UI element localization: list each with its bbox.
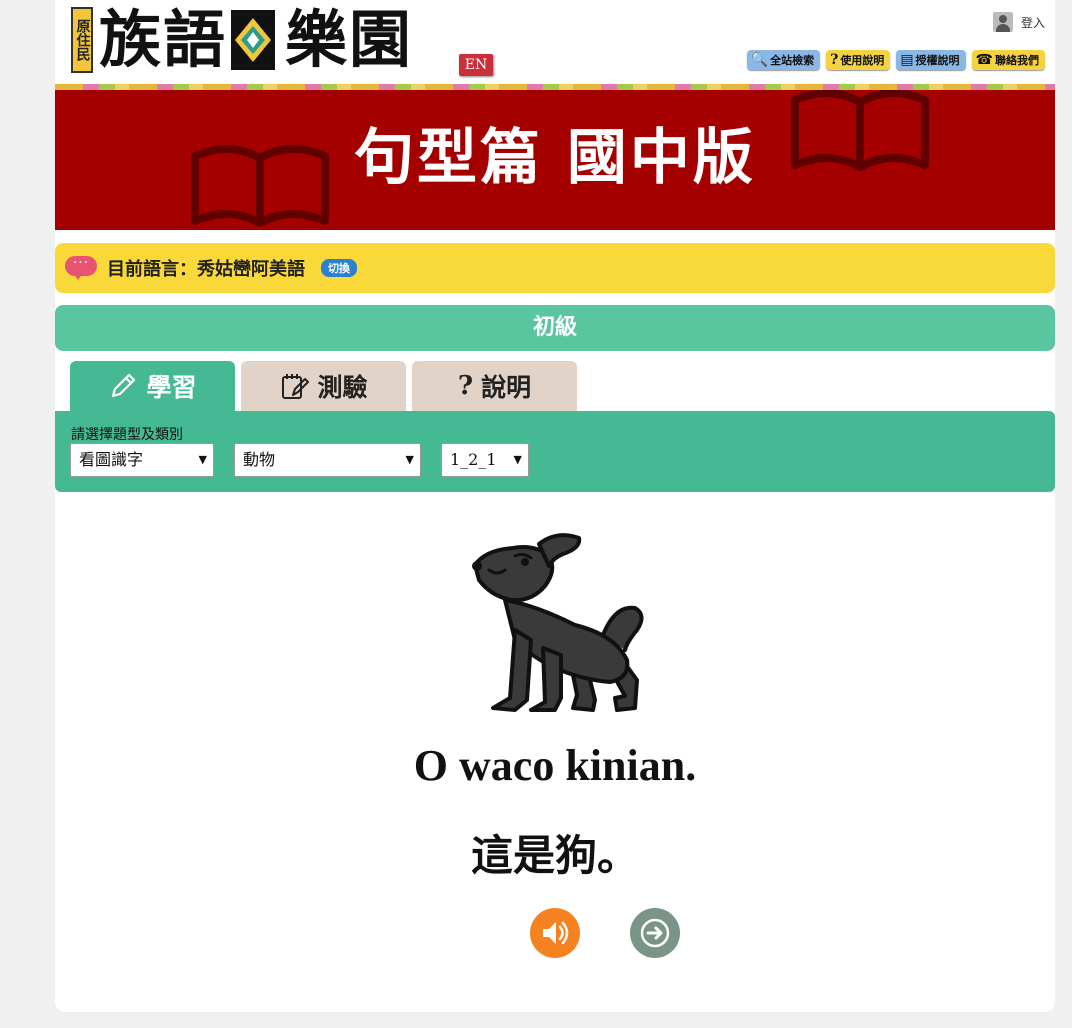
logo-diamond-icon [231, 10, 276, 70]
filter-panel: 請選擇題型及類別 看圖識字 ▼ 動物 ▼ 1_2_1 ▼ [55, 411, 1055, 492]
site-header: 原住民 族語 樂園 EN 登入 🔍 全站檢索 ? 使用說明 ▤ 授權說明 ☎ 聯… [55, 0, 1055, 86]
nav-label: 使用說明 [840, 54, 885, 67]
category-select[interactable]: 動物 ▼ [234, 443, 421, 477]
dog-icon [472, 533, 644, 712]
switch-language-button[interactable]: 切換 [321, 259, 357, 277]
tab-help[interactable]: ? 說明 [412, 361, 577, 411]
page: 原住民 族語 樂園 EN 登入 🔍 全站檢索 ? 使用說明 ▤ 授權說明 ☎ 聯… [55, 0, 1055, 1012]
user-icon [992, 12, 1013, 32]
arrow-right-icon [640, 918, 670, 948]
phone-icon: ☎ [975, 52, 993, 68]
tab-learn[interactable]: 學習 [70, 361, 235, 411]
nav-contact-button[interactable]: ☎ 聯絡我們 [971, 50, 1045, 70]
item-select[interactable]: 1_2_1 ▼ [441, 443, 529, 477]
chevron-down-icon: ▼ [513, 453, 522, 466]
pencil-icon [112, 373, 136, 398]
page-title: 句型篇 國中版 [354, 123, 756, 193]
nav-label: 全站檢索 [770, 54, 815, 67]
tab-quiz[interactable]: 測驗 [241, 361, 406, 411]
question-type-select[interactable]: 看圖識字 ▼ [70, 443, 214, 477]
login-link[interactable]: 登入 [992, 12, 1045, 32]
document-icon: ▤ [900, 52, 914, 68]
tab-bar: 學習 測驗 ? 說明 [70, 361, 577, 411]
speaker-icon [543, 921, 569, 945]
select-value: 動物 [243, 450, 276, 469]
nav-search-button[interactable]: 🔍 全站檢索 [746, 50, 821, 70]
filter-label: 請選擇題型及類別 [71, 427, 183, 443]
current-language: 目前語言：秀姑巒阿美語 [107, 259, 305, 280]
chinese-translation: 這是狗。 [470, 831, 639, 880]
logo-text-right: 樂園 [285, 3, 414, 76]
select-value: 1_2_1 [450, 450, 497, 469]
logo-text-left: 族語 [99, 3, 228, 76]
tab-label: 測驗 [317, 373, 368, 402]
chat-bubble-icon: ··· [65, 256, 97, 280]
question-icon: ? [457, 371, 474, 401]
level-bar: 初級 [55, 305, 1055, 351]
language-bar: ··· 目前語言：秀姑巒阿美語 切換 [55, 243, 1055, 293]
nav-label: 聯絡我們 [995, 54, 1039, 67]
chevron-down-icon: ▼ [405, 453, 414, 466]
site-logo[interactable]: 原住民 族語 樂園 [71, 4, 413, 76]
english-button[interactable]: EN [459, 54, 493, 76]
magnifier-icon: 🔍 [750, 52, 769, 68]
aboriginal-sentence: O waco kinian. [413, 741, 697, 790]
logo-side-label: 原住民 [71, 7, 93, 73]
nav-help-button[interactable]: ? 使用說明 [826, 50, 891, 70]
chevron-down-icon: ▼ [198, 453, 207, 466]
next-button[interactable] [630, 908, 680, 958]
top-nav: 🔍 全站檢索 ? 使用說明 ▤ 授權說明 ☎ 聯絡我們 [746, 50, 1045, 70]
nav-label: 授權說明 [915, 54, 960, 67]
play-audio-button[interactable] [530, 908, 580, 958]
nav-license-button[interactable]: ▤ 授權說明 [896, 50, 966, 70]
tab-label: 說明 [481, 373, 532, 402]
question-icon: ? [830, 52, 839, 68]
page-banner: 句型篇 國中版 [55, 90, 1055, 230]
select-value: 看圖識字 [79, 450, 144, 469]
login-label: 登入 [1020, 15, 1045, 30]
notepad-icon [282, 374, 310, 399]
tab-label: 學習 [146, 373, 197, 402]
